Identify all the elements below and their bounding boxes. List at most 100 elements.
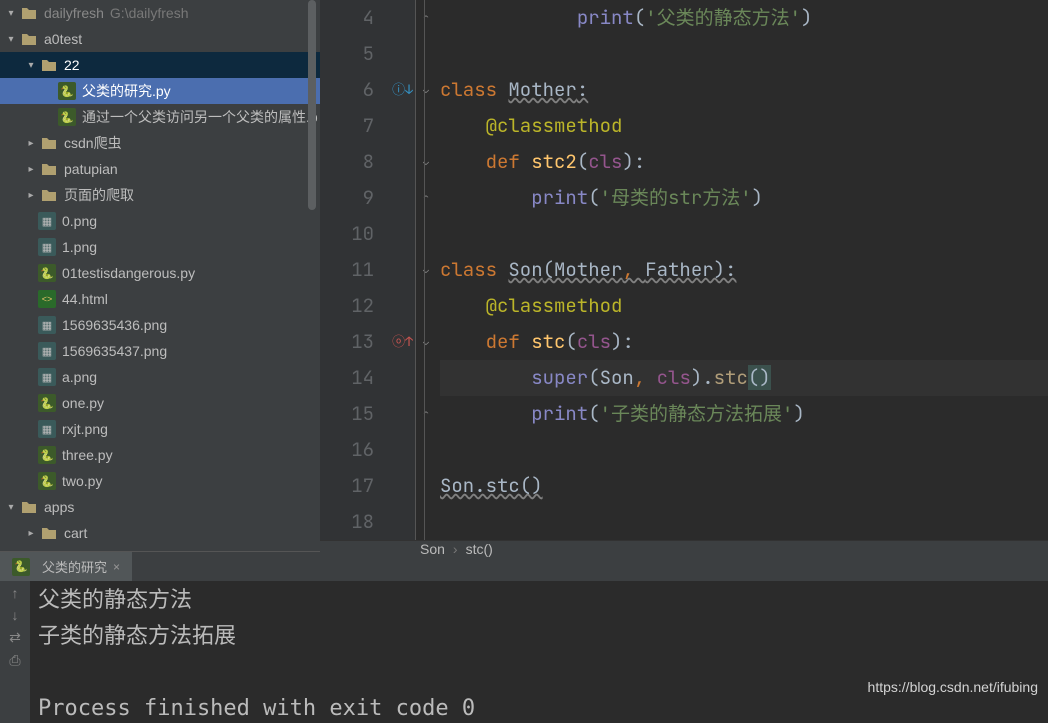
soft-wrap-icon[interactable]: ⇄ [9, 629, 21, 646]
override-down-icon[interactable]: ⓘ↓ [392, 72, 413, 108]
tree-row[interactable]: ▸ 页面的爬取 [0, 182, 320, 208]
folder-icon [20, 30, 38, 48]
code-line[interactable]: def stc2(cls): [440, 144, 1048, 180]
tree-row[interactable]: ▾ apps [0, 494, 320, 520]
folder-icon [40, 56, 58, 74]
tree-row[interactable]: ▸ cart [0, 520, 320, 546]
fold-up-icon[interactable]: ⌃ [423, 0, 429, 36]
override-up-icon[interactable]: ⓞ↑ [392, 324, 413, 360]
folder-icon [40, 524, 58, 542]
tree-item-label: 父类的研究.py [82, 81, 171, 101]
fold-down-icon[interactable]: ⌄ [423, 72, 429, 108]
watermark-text: https://blog.csdn.net/ifubing [868, 679, 1038, 695]
print-icon[interactable]: ⎙ [9, 652, 20, 669]
code-line[interactable]: @classmethod [440, 288, 1048, 324]
tree-row[interactable]: ▦rxjt.png [0, 416, 320, 442]
code-line[interactable] [440, 36, 1048, 72]
tree-row[interactable]: 🐍父类的研究.py [0, 78, 320, 104]
code-content[interactable]: print('父类的静态方法') class Mother: @classmeth… [436, 0, 1048, 540]
python-icon: 🐍 [58, 108, 76, 126]
fold-up-icon[interactable]: ⌃ [423, 396, 429, 432]
tree-item-label: 页面的爬取 [64, 185, 134, 205]
code-line[interactable] [440, 504, 1048, 540]
tree-row[interactable]: 🐍01testisdangerous.py [0, 260, 320, 286]
chevron-right-icon[interactable]: ▸ [24, 162, 38, 176]
line-number-gutter: 456789101112131415161718 [320, 0, 390, 540]
tree-row[interactable]: ▸csdn爬虫 [0, 130, 320, 156]
tree-item-label: patupian [64, 161, 118, 177]
tree-item-label: three.py [62, 447, 113, 463]
tree-row[interactable]: ▾dailyfreshG:\dailyfresh [0, 0, 320, 26]
tree-row[interactable]: 🐍 one.py [0, 390, 320, 416]
chevron-right-icon[interactable]: ▸ [24, 188, 38, 202]
tree-row[interactable]: 🐍 two.py [0, 468, 320, 494]
tree-item-label: 1569635436.png [62, 317, 167, 333]
tree-item-label: 1569635437.png [62, 343, 167, 359]
tree-row[interactable]: ▾ a0test [0, 26, 320, 52]
chevron-down-icon[interactable]: ▾ [24, 58, 38, 72]
tree-item-label: one.py [62, 395, 104, 411]
code-line[interactable]: print('母类的str方法') [440, 180, 1048, 216]
tree-item-label: rxjt.png [62, 421, 108, 437]
tree-item-label: 1.png [62, 239, 97, 255]
tree-item-label: apps [44, 499, 74, 515]
image-icon: ▦ [38, 238, 56, 256]
tree-item-label: cart [64, 525, 87, 541]
code-line[interactable] [440, 216, 1048, 252]
code-line[interactable] [440, 432, 1048, 468]
image-icon: ▦ [38, 368, 56, 386]
fold-up-icon[interactable]: ⌃ [423, 180, 429, 216]
tree-row[interactable]: ▦0.png [0, 208, 320, 234]
folder-icon [20, 498, 38, 516]
tree-row[interactable]: ▦ 1569635437.png [0, 338, 320, 364]
tree-item-label: two.py [62, 473, 102, 489]
breadcrumb-item[interactable]: stc() [466, 541, 493, 557]
project-tree[interactable]: ▾dailyfreshG:\dailyfresh▾a0test▾22🐍父类的研究… [0, 0, 320, 551]
fold-down-icon[interactable]: ⌄ [423, 324, 429, 360]
python-icon: 🐍 [38, 394, 56, 412]
close-icon[interactable]: × [113, 560, 120, 574]
python-icon: 🐍 [38, 472, 56, 490]
tree-item-label: a0test [44, 31, 82, 47]
python-icon: 🐍 [38, 264, 56, 282]
console-toolbar[interactable]: ↑ ↓ ⇄ ⎙ [0, 581, 30, 723]
code-line[interactable]: print('子类的静态方法拓展') [440, 396, 1048, 432]
tree-row[interactable]: 🐍 three.py [0, 442, 320, 468]
override-marker-gutter[interactable]: ⓘ↓ ⓞ↑ [390, 0, 416, 540]
tree-row[interactable]: ▦ 1.png [0, 234, 320, 260]
chevron-down-icon[interactable]: ▾ [4, 32, 18, 46]
run-console[interactable]: ↑ ↓ ⇄ ⎙ 父类的静态方法 子类的静态方法拓展 Process finish… [0, 581, 1048, 723]
code-line[interactable]: print('父类的静态方法') [440, 0, 1048, 36]
fold-down-icon[interactable]: ⌄ [423, 144, 429, 180]
folder-icon [40, 550, 58, 551]
tree-row[interactable]: <>44.html [0, 286, 320, 312]
fold-down-icon[interactable]: ⌄ [423, 252, 429, 288]
tree-row[interactable]: ▦a.png [0, 364, 320, 390]
run-tab[interactable]: 🐍 父类的研究 × [0, 552, 132, 581]
tree-row[interactable]: ▦1569635436.png [0, 312, 320, 338]
code-line[interactable]: class Mother: [440, 72, 1048, 108]
tree-item-label: 通过一个父类访问另一个父类的属性.p [82, 107, 318, 127]
code-editor[interactable]: 456789101112131415161718 ⓘ↓ⓞ↑ ⌃⌄⌄⌃⌄⌄⌃ pr… [320, 0, 1048, 551]
tree-row[interactable]: ▸ patupian [0, 156, 320, 182]
tree-row[interactable]: ▾22 [0, 52, 320, 78]
arrow-up-icon[interactable]: ↑ [12, 585, 19, 601]
code-line[interactable]: super(Son, cls).stc() [440, 360, 1048, 396]
chevron-down-icon[interactable]: ▾ [4, 500, 18, 514]
tree-row[interactable]: 🐍 通过一个父类访问另一个父类的属性.p [0, 104, 320, 130]
chevron-right-icon[interactable]: ▸ [24, 526, 38, 540]
chevron-right-icon[interactable]: ▸ [24, 136, 38, 150]
code-line[interactable]: @classmethod [440, 108, 1048, 144]
code-line[interactable]: class Son(Mother, Father): [440, 252, 1048, 288]
fold-gutter[interactable]: ⌃⌄⌄⌃⌄⌄⌃ [416, 0, 436, 540]
run-tab-label: 父类的研究 [42, 557, 107, 576]
arrow-down-icon[interactable]: ↓ [12, 607, 19, 623]
tree-row[interactable]: ▸goods [0, 546, 320, 551]
python-icon: 🐍 [38, 446, 56, 464]
breadcrumb[interactable]: Son › stc() [320, 540, 1048, 557]
folder-icon [40, 134, 58, 152]
image-icon: ▦ [38, 342, 56, 360]
breadcrumb-item[interactable]: Son [420, 541, 445, 557]
code-line[interactable]: Son.stc() [440, 468, 1048, 504]
code-line[interactable]: def stc(cls): [440, 324, 1048, 360]
